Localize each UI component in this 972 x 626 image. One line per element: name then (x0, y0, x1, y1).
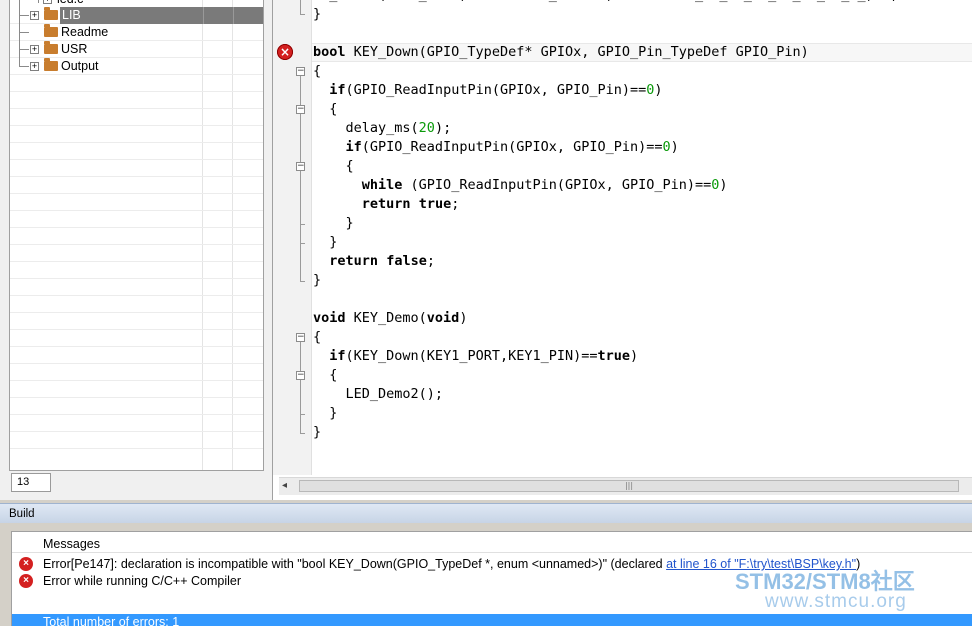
fold-collapse-icon[interactable]: − (296, 105, 305, 114)
total-errors-row[interactable]: Total number of errors: 1 (12, 614, 972, 626)
fold-guide (300, 433, 305, 434)
fold-guide (300, 14, 305, 15)
tree-row-line (10, 159, 263, 160)
tree-row-line (10, 108, 263, 109)
folder-label: USR (61, 42, 88, 56)
messages-column-header[interactable]: Messages (12, 532, 972, 553)
folder-label: LIB (60, 7, 205, 24)
code-line: { (313, 158, 354, 174)
fold-guide (300, 0, 301, 14)
code-line: _ ( _ ) _ ) _ _ _ _ _ _ _ _) , (313, 0, 898, 5)
message-text: Error while running C/C++ Compiler (43, 574, 241, 588)
tree-row-line (10, 91, 263, 92)
scrollbar-thumb[interactable]: ||| (299, 480, 959, 492)
scroll-left-icon[interactable]: ◂ (282, 480, 287, 491)
tree-row-line (10, 176, 263, 177)
folder-label: Readme (61, 25, 109, 39)
tree-column-divider (202, 0, 203, 470)
tree-connector (19, 32, 29, 33)
error-icon: × (19, 557, 33, 571)
selection-cell (233, 7, 263, 24)
fold-guide (300, 243, 305, 244)
folder-label: Output (61, 59, 99, 73)
horizontal-scrollbar[interactable]: ◂ ||| (279, 477, 972, 495)
folder-icon (44, 58, 60, 75)
folder-icon (44, 41, 60, 58)
editor-gutter (273, 0, 312, 475)
workspace-panel: + led.c + LIB Readme + USR + Output (0, 0, 272, 500)
code-line: void KEY_Demo(void) (313, 310, 468, 326)
tree-row-line (10, 295, 263, 296)
fold-guide (300, 171, 301, 224)
fold-guide (300, 380, 301, 414)
tree-row-line (10, 414, 263, 415)
file-count-box: 13 (11, 473, 51, 492)
tree-row-line (10, 227, 263, 228)
tree-connector (19, 66, 29, 67)
code-line: } (313, 215, 354, 231)
tree-row-line (10, 210, 263, 211)
fold-collapse-icon[interactable]: − (296, 162, 305, 171)
watermark-url: www.stmcu.org (765, 591, 907, 612)
code-line: { (313, 101, 338, 117)
fold-collapse-icon[interactable]: − (296, 67, 305, 76)
build-panel-title: Build (0, 503, 972, 523)
folder-icon (44, 24, 60, 41)
expand-icon[interactable]: + (43, 0, 52, 4)
tree-row-line (10, 244, 263, 245)
code-line: while (GPIO_ReadInputPin(GPIOx, GPIO_Pin… (361, 177, 728, 193)
tree-connector (38, 0, 39, 3)
fold-guide (300, 281, 305, 282)
code-line: } (313, 234, 338, 250)
code-line: { (313, 367, 338, 383)
tree-row-line (10, 142, 263, 143)
error-marker-icon[interactable]: × (277, 44, 293, 60)
expand-icon[interactable]: + (30, 11, 39, 20)
code-line: LED_Demo2(); (313, 386, 444, 402)
tree-row-line (10, 193, 263, 194)
code-line: return true; (361, 196, 460, 212)
code-line: if(KEY_Down(KEY1_PORT,KEY1_PIN)==true) (329, 348, 639, 364)
tree-row-line (10, 397, 263, 398)
fold-collapse-icon[interactable]: − (296, 371, 305, 380)
tree-item-lib[interactable]: + LIB (30, 7, 263, 24)
project-tree[interactable]: + led.c + LIB Readme + USR + Output (9, 0, 264, 471)
tree-row-line (10, 431, 263, 432)
selection-cell (203, 7, 233, 24)
code-editor[interactable]: × − − − − − _ ( _ ) _ ) _ _ _ _ _ _ _ _)… (272, 0, 972, 500)
code-line: { (313, 63, 322, 79)
tree-row-line (10, 125, 263, 126)
code-line: { (313, 329, 322, 345)
fold-guide (300, 224, 305, 225)
code-line: } (313, 424, 322, 440)
expand-icon[interactable]: + (30, 45, 39, 54)
code-line: delay_ms(20); (313, 120, 452, 136)
code-line: if(GPIO_ReadInputPin(GPIOx, GPIO_Pin)==0… (329, 82, 663, 98)
tree-connector (19, 49, 29, 50)
tree-row-line (10, 278, 263, 279)
tree-row-line (10, 329, 263, 330)
fold-guide (300, 414, 305, 415)
tree-row-line (10, 448, 263, 449)
code-line: bool KEY_Down(GPIO_TypeDef* GPIOx, GPIO_… (313, 44, 809, 60)
error-icon: × (19, 574, 33, 588)
code-line: } (313, 405, 338, 421)
code-line: return false; (329, 253, 435, 269)
tree-row-line (10, 380, 263, 381)
code-line: if(GPIO_ReadInputPin(GPIOx, GPIO_Pin)==0… (345, 139, 679, 155)
folder-icon (44, 7, 60, 24)
fold-collapse-icon[interactable]: − (296, 333, 305, 342)
code-line: } (313, 6, 322, 22)
tree-row-line (10, 312, 263, 313)
tree-row-line (10, 346, 263, 347)
tree-row-line (10, 363, 263, 364)
tree-connector (19, 15, 29, 16)
code-line: } (313, 272, 322, 288)
tree-column-divider (232, 0, 233, 470)
tree-row-line (10, 261, 263, 262)
expand-icon[interactable]: + (30, 62, 39, 71)
tree-connector (19, 0, 20, 66)
